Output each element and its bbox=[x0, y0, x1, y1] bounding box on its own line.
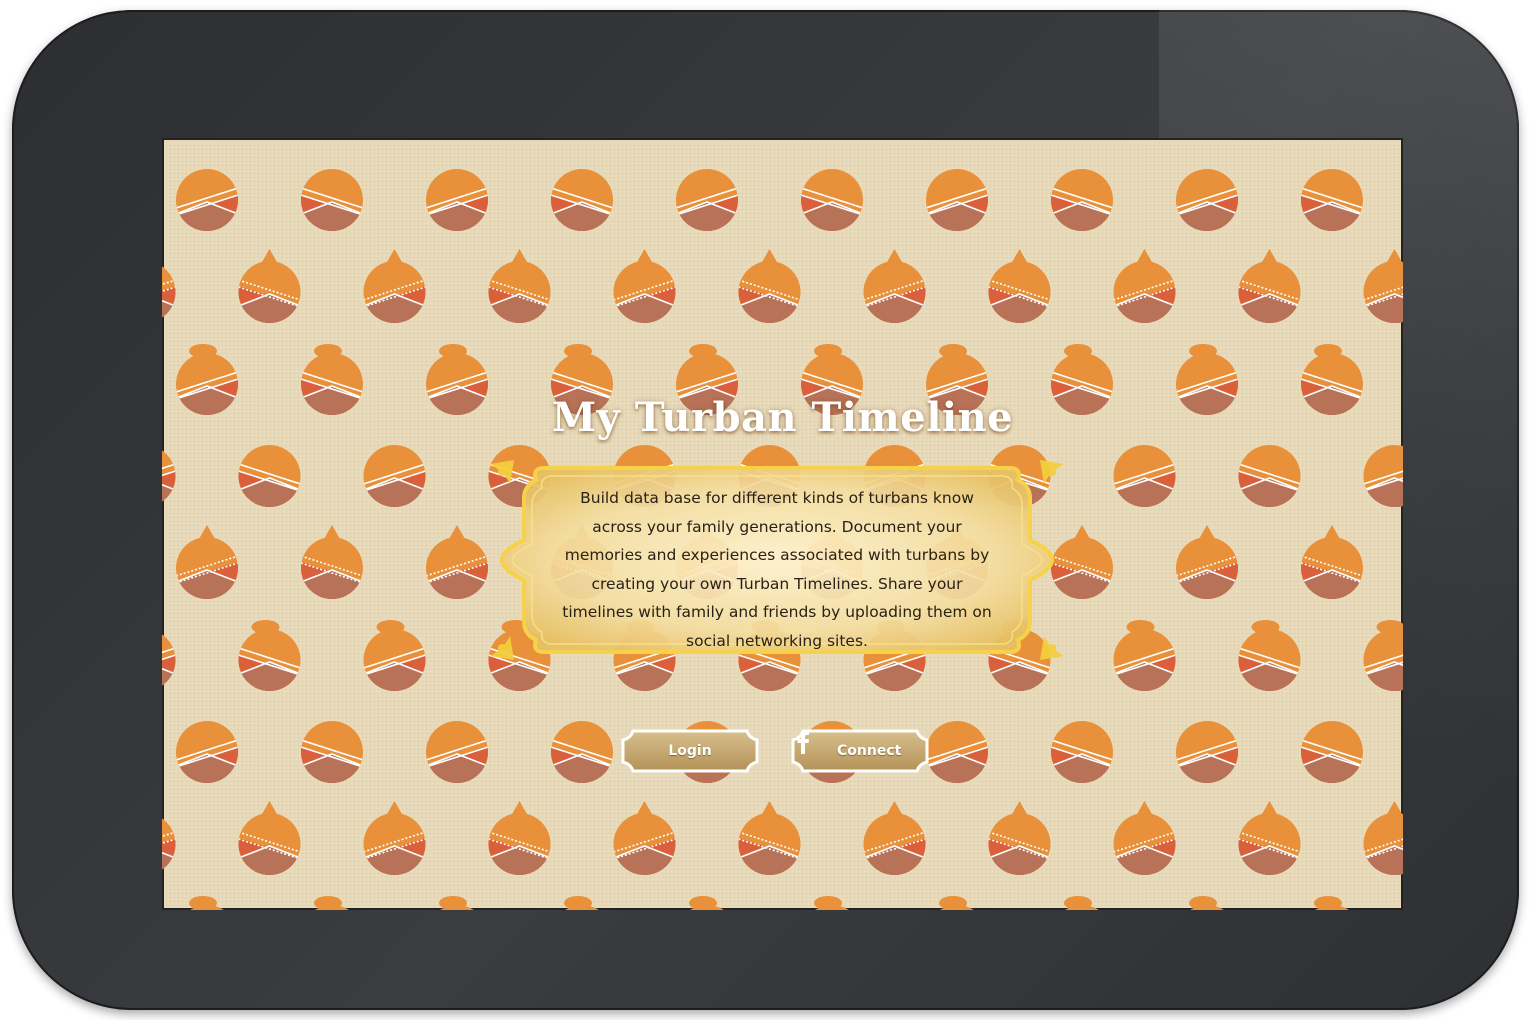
turban-pattern-icon bbox=[926, 896, 988, 910]
turban-pattern-icon bbox=[801, 169, 863, 231]
turban-pattern-icon bbox=[1363, 249, 1403, 323]
turban-pattern-icon bbox=[863, 249, 926, 323]
turban-pattern-icon bbox=[1301, 169, 1363, 231]
turban-pattern-icon bbox=[801, 896, 863, 910]
turban-pattern-icon bbox=[1051, 721, 1113, 783]
facebook-icon bbox=[797, 731, 809, 754]
turban-pattern-icon bbox=[1176, 525, 1238, 599]
turban-pattern-icon bbox=[1051, 896, 1113, 910]
turban-pattern-icon bbox=[488, 249, 551, 323]
turban-pattern-icon bbox=[363, 801, 426, 875]
turban-pattern-icon bbox=[1363, 445, 1403, 507]
turban-pattern-icon bbox=[363, 620, 426, 691]
turban-pattern-icon bbox=[1113, 249, 1176, 323]
turban-pattern-icon bbox=[238, 445, 301, 507]
turban-pattern-icon bbox=[426, 169, 488, 231]
turban-pattern-icon bbox=[238, 801, 301, 875]
facebook-connect-button[interactable]: Connect bbox=[789, 728, 931, 774]
turban-pattern-icon bbox=[1113, 801, 1176, 875]
turban-pattern-icon bbox=[363, 249, 426, 323]
turban-pattern-icon bbox=[1238, 249, 1301, 323]
turban-pattern-icon bbox=[238, 249, 301, 323]
turban-pattern-icon bbox=[426, 721, 488, 783]
description-plaque: Build data base for different kinds of t… bbox=[484, 450, 1070, 670]
tablet-frame: My Turban Timeline Build data base for d… bbox=[12, 10, 1519, 1010]
turban-pattern-icon bbox=[301, 169, 363, 231]
turban-pattern-icon bbox=[426, 896, 488, 910]
turban-pattern-icon bbox=[676, 169, 738, 231]
turban-pattern-icon bbox=[738, 249, 801, 323]
turban-pattern-icon bbox=[363, 445, 426, 507]
turban-pattern-icon bbox=[551, 169, 613, 231]
turban-pattern-icon bbox=[301, 525, 363, 599]
turban-pattern-icon bbox=[1051, 169, 1113, 231]
turban-pattern-icon bbox=[863, 801, 926, 875]
description-text: Build data base for different kinds of t… bbox=[562, 489, 992, 650]
turban-pattern-icon bbox=[162, 261, 176, 323]
turban-pattern-icon bbox=[238, 620, 301, 691]
turban-pattern-icon bbox=[488, 801, 551, 875]
turban-pattern-icon bbox=[176, 525, 238, 599]
login-button[interactable]: Login bbox=[619, 728, 761, 774]
turban-pattern-icon bbox=[926, 721, 988, 783]
turban-pattern-icon bbox=[1238, 620, 1301, 691]
turban-pattern-icon bbox=[613, 249, 676, 323]
connect-button-label: Connect bbox=[837, 743, 902, 759]
turban-pattern-icon bbox=[1301, 721, 1363, 783]
turban-pattern-icon bbox=[551, 896, 613, 910]
turban-pattern-icon bbox=[426, 525, 488, 599]
turban-pattern-icon bbox=[1238, 801, 1301, 875]
app-screen: My Turban Timeline Build data base for d… bbox=[162, 138, 1403, 910]
login-button-label: Login bbox=[668, 743, 712, 759]
turban-pattern-icon bbox=[676, 896, 738, 910]
turban-pattern-icon bbox=[988, 249, 1051, 323]
turban-pattern-icon bbox=[926, 169, 988, 231]
turban-pattern-icon bbox=[738, 801, 801, 875]
turban-pattern-icon bbox=[176, 721, 238, 783]
turban-pattern-icon bbox=[1238, 445, 1301, 507]
turban-pattern-icon bbox=[551, 721, 613, 783]
turban-pattern-icon bbox=[613, 801, 676, 875]
turban-pattern-icon bbox=[1176, 896, 1238, 910]
turban-pattern-icon bbox=[1301, 896, 1363, 910]
page-title: My Turban Timeline bbox=[551, 394, 1014, 441]
turban-pattern-icon bbox=[162, 445, 176, 507]
turban-pattern-icon bbox=[162, 813, 176, 875]
turban-pattern-icon bbox=[301, 896, 363, 910]
turban-pattern-icon bbox=[1113, 445, 1176, 507]
turban-pattern-icon bbox=[1176, 169, 1238, 231]
turban-pattern-icon bbox=[301, 721, 363, 783]
turban-pattern-icon bbox=[176, 896, 238, 910]
turban-pattern-icon bbox=[1301, 525, 1363, 599]
turban-pattern-icon bbox=[162, 629, 176, 691]
turban-pattern-icon bbox=[1113, 620, 1176, 691]
turban-pattern-icon bbox=[1363, 801, 1403, 875]
turban-pattern-icon bbox=[988, 801, 1051, 875]
turban-pattern-icon bbox=[1363, 620, 1403, 691]
turban-pattern-icon bbox=[176, 169, 238, 231]
turban-pattern-icon bbox=[1176, 721, 1238, 783]
